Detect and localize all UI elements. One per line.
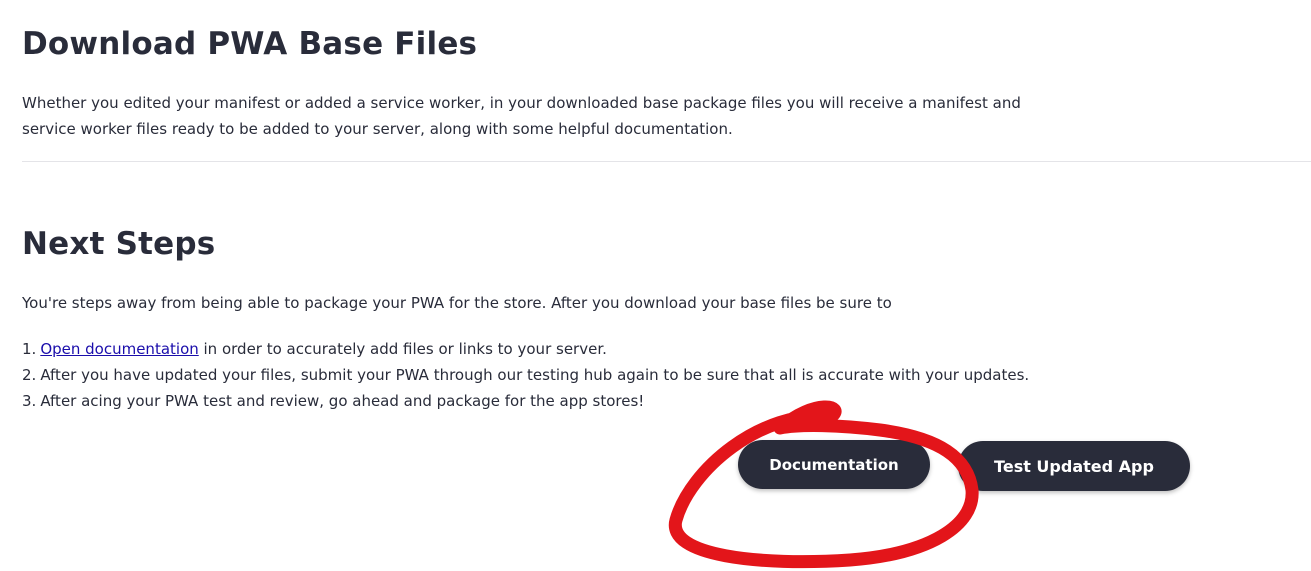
next-steps-list: 1. Open documentation in order to accurat… xyxy=(22,336,1222,414)
next-steps-title: Next Steps xyxy=(22,226,216,262)
step-number: 3. xyxy=(22,392,37,410)
next-steps-section: Next Steps You're steps away from being … xyxy=(22,222,1222,414)
step-text: in order to accurately add files or link… xyxy=(198,340,607,358)
section-divider xyxy=(22,161,1311,162)
download-description: Whether you edited your manifest or adde… xyxy=(22,94,1021,138)
documentation-button[interactable]: Documentation xyxy=(738,440,930,489)
next-steps-intro: You're steps away from being able to pac… xyxy=(22,294,892,312)
download-title: Download PWA Base Files xyxy=(22,26,478,62)
list-item: 3. After acing your PWA test and review, … xyxy=(22,388,1222,414)
step-text: After acing your PWA test and review, go… xyxy=(40,392,645,410)
list-item: 2. After you have updated your files, sub… xyxy=(22,362,1222,388)
test-updated-app-button[interactable]: Test Updated App xyxy=(958,441,1190,491)
step-number: 2. xyxy=(22,366,37,384)
step-number: 1. xyxy=(22,340,37,358)
list-item: 1. Open documentation in order to accurat… xyxy=(22,336,1222,362)
step-text: After you have updated your files, submi… xyxy=(40,366,1030,384)
open-documentation-link[interactable]: Open documentation xyxy=(40,340,198,358)
download-section: Download PWA Base Files Whether you edit… xyxy=(22,22,1022,142)
